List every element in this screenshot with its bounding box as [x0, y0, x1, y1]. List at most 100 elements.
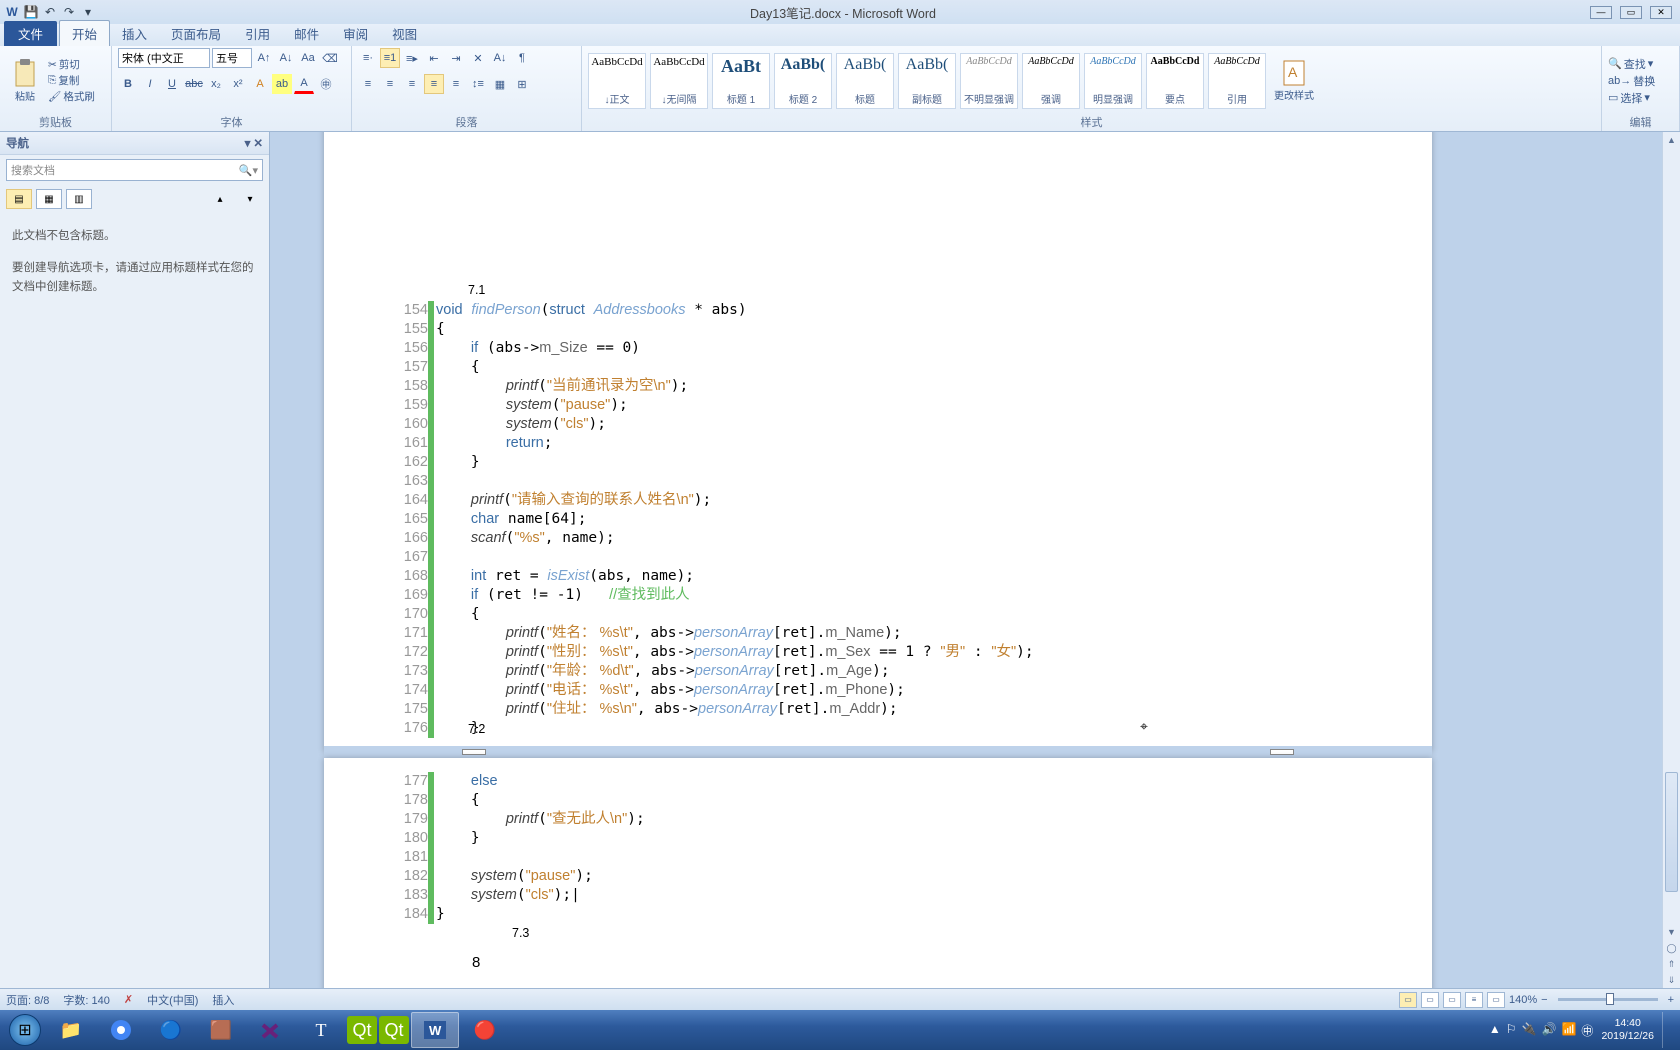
multilevel-list[interactable]: ≡▸ — [402, 48, 422, 68]
format-painter-button[interactable]: 🖌 格式刷 — [48, 89, 95, 104]
nav-close-button[interactable]: ✕ — [253, 136, 263, 150]
document-viewport[interactable]: 7.1 154void findPerson(struct Addressboo… — [270, 132, 1680, 988]
tab-home[interactable]: 开始 — [59, 20, 110, 46]
view-draft[interactable]: ▭ — [1487, 992, 1505, 1008]
start-button[interactable]: ⊞ — [4, 1012, 46, 1048]
align-right[interactable]: ≡ — [402, 74, 422, 94]
taskbar-qt2[interactable]: Qt — [379, 1016, 409, 1044]
style-item[interactable]: AaBbCcDd↓无间隔 — [650, 53, 708, 109]
find-button[interactable]: 🔍 查找 ▾ — [1608, 56, 1655, 72]
tab-file[interactable]: 文件 — [4, 21, 57, 46]
undo-button[interactable]: ↶ — [42, 4, 58, 20]
taskbar-clock[interactable]: 14:40 2019/12/26 — [1601, 1017, 1654, 1042]
scroll-down[interactable]: ▼ — [1663, 924, 1680, 940]
shrink-font[interactable]: A↓ — [276, 48, 296, 68]
copy-button[interactable]: ⎘ 复制 — [48, 73, 95, 88]
align-center[interactable]: ≡ — [380, 74, 400, 94]
increase-indent[interactable]: ⇥ — [446, 48, 466, 68]
taskbar-qt1[interactable]: Qt — [347, 1016, 377, 1044]
zoom-slider[interactable] — [1558, 998, 1658, 1001]
tray-ime-icon[interactable]: ㊥ — [1581, 1022, 1593, 1039]
taskbar-explorer[interactable]: 📁 — [47, 1012, 95, 1048]
style-item[interactable]: AaBb(副标题 — [898, 53, 956, 109]
change-case[interactable]: Aa — [298, 48, 318, 68]
nav-tab-headings[interactable]: ▤ — [6, 189, 32, 209]
style-item[interactable]: AaBbCcDd强调 — [1022, 53, 1080, 109]
taskbar-visualstudio[interactable] — [247, 1012, 295, 1048]
tab-mailings[interactable]: 邮件 — [282, 21, 331, 46]
bold-button[interactable]: B — [118, 74, 138, 94]
italic-button[interactable]: I — [140, 74, 160, 94]
tray-flag-icon[interactable]: ⚐ — [1506, 1022, 1517, 1039]
numbering-button[interactable]: ≡1 — [380, 48, 400, 68]
highlight-button[interactable]: ab — [272, 74, 292, 94]
scroll-up[interactable]: ▲ — [1663, 132, 1680, 148]
status-page[interactable]: 页面: 8/8 — [6, 992, 49, 1008]
tray-icons[interactable]: ▲ ⚐ 🔌 🔊 📶 ㊥ — [1489, 1022, 1594, 1039]
align-left[interactable]: ≡ — [358, 74, 378, 94]
taskbar-text[interactable]: T — [297, 1012, 345, 1048]
style-item[interactable]: AaBb(标题 2 — [774, 53, 832, 109]
page-gap[interactable] — [324, 746, 1432, 758]
tab-insert[interactable]: 插入 — [110, 21, 159, 46]
enclose-char[interactable]: ㊥ — [316, 74, 336, 94]
nav-tab-pages[interactable]: ▦ — [36, 189, 62, 209]
bullets-button[interactable]: ≡· — [358, 48, 378, 68]
style-item[interactable]: AaBbCcDd明显强调 — [1084, 53, 1142, 109]
asian-layout[interactable]: ✕ — [468, 48, 488, 68]
sort-button[interactable]: A↓ — [490, 48, 510, 68]
borders-button[interactable]: ⊞ — [512, 74, 532, 94]
style-item[interactable]: AaBbCcDd要点 — [1146, 53, 1204, 109]
style-item[interactable]: AaBbCcDd引用 — [1208, 53, 1266, 109]
font-color-button[interactable]: A — [294, 74, 314, 94]
word-icon[interactable]: W — [4, 4, 20, 20]
grow-font[interactable]: A↑ — [254, 48, 274, 68]
save-button[interactable]: 💾 — [23, 4, 39, 20]
tray-up-icon[interactable]: ▲ — [1489, 1022, 1501, 1039]
style-item[interactable]: AaBbCcDd不明显强调 — [960, 53, 1018, 109]
nav-tab-results[interactable]: ▥ — [66, 189, 92, 209]
nav-prev[interactable]: ▴ — [207, 189, 233, 209]
subscript-button[interactable]: x₂ — [206, 74, 226, 94]
qat-customize[interactable]: ▾ — [80, 4, 96, 20]
shading-button[interactable]: ▦ — [490, 74, 510, 94]
text-effects[interactable]: A — [250, 74, 270, 94]
taskbar-chrome[interactable] — [97, 1012, 145, 1048]
vertical-scrollbar[interactable]: ▲ ▼ ◯ ⇑ ⇓ — [1662, 132, 1680, 988]
prev-page[interactable]: ⇑ — [1663, 956, 1680, 972]
style-item[interactable]: AaBt标题 1 — [712, 53, 770, 109]
justify[interactable]: ≡ — [424, 74, 444, 94]
distributed[interactable]: ≡ — [446, 74, 466, 94]
maximize-button[interactable]: ▭ — [1620, 6, 1642, 19]
tray-network-icon[interactable]: 📶 — [1561, 1022, 1576, 1039]
status-words[interactable]: 字数: 140 — [63, 992, 109, 1008]
font-name-combo[interactable]: 宋体 (中文正 — [118, 48, 210, 68]
view-outline[interactable]: ≡ — [1465, 992, 1483, 1008]
browse-object[interactable]: ◯ — [1663, 940, 1680, 956]
nav-dropdown[interactable]: ▾ — [245, 136, 251, 150]
minimize-button[interactable]: — — [1590, 6, 1612, 19]
superscript-button[interactable]: x² — [228, 74, 248, 94]
next-page[interactable]: ⇓ — [1663, 972, 1680, 988]
view-fullscreen[interactable]: ▭ — [1421, 992, 1439, 1008]
line-spacing[interactable]: ↕≡ — [468, 74, 488, 94]
status-language[interactable]: 中文(中国) — [147, 992, 198, 1008]
zoom-out[interactable]: − — [1541, 994, 1547, 1006]
replace-button[interactable]: ab→ 替换 — [1608, 73, 1655, 89]
font-size-combo[interactable]: 五号 — [212, 48, 252, 68]
tray-power-icon[interactable]: 🔌 — [1522, 1022, 1537, 1039]
zoom-in[interactable]: + — [1668, 994, 1674, 1006]
tray-volume-icon[interactable]: 🔊 — [1542, 1022, 1557, 1039]
taskbar-sublime[interactable]: 🟫 — [197, 1012, 245, 1048]
zoom-level[interactable]: 140% — [1509, 994, 1537, 1006]
taskbar-word[interactable]: W — [411, 1012, 459, 1048]
view-web[interactable]: ▭ — [1443, 992, 1461, 1008]
show-desktop[interactable] — [1662, 1012, 1672, 1048]
nav-next[interactable]: ▾ — [237, 189, 263, 209]
styles-gallery[interactable]: AaBbCcDd↓正文AaBbCcDd↓无间隔AaBt标题 1AaBb(标题 2… — [588, 53, 1266, 109]
taskbar-app-record[interactable]: 🔴 — [461, 1012, 509, 1048]
tab-review[interactable]: 审阅 — [331, 21, 380, 46]
search-icon[interactable]: 🔍▾ — [239, 164, 258, 177]
tab-references[interactable]: 引用 — [233, 21, 282, 46]
scroll-thumb[interactable] — [1665, 772, 1678, 892]
